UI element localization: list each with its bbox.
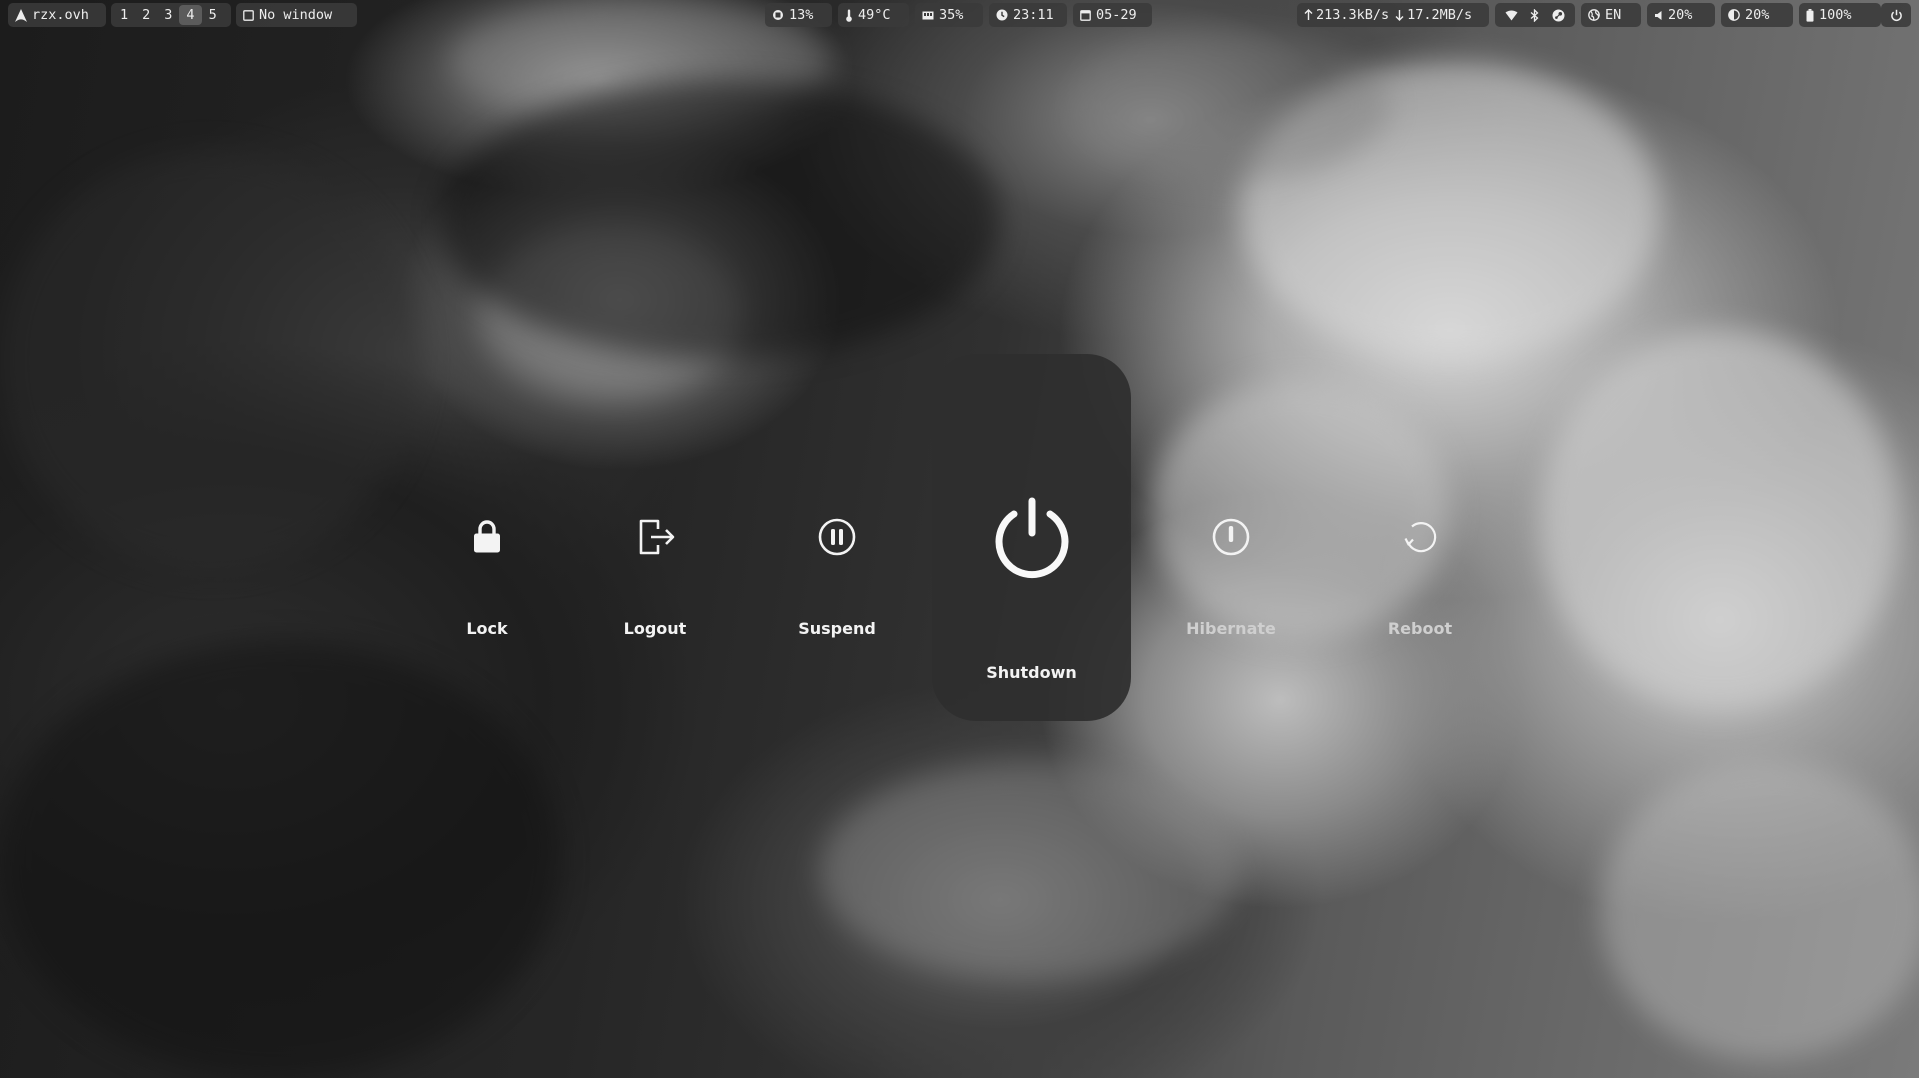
workspace-switcher: 1 2 3 4 5: [111, 3, 231, 27]
date-value: 05-29: [1096, 7, 1137, 23]
volume-value: 20%: [1668, 7, 1693, 23]
power-icon: [1890, 9, 1903, 22]
upload-speed: 213.3kB/s: [1316, 7, 1390, 23]
thermometer-icon: [845, 9, 853, 22]
reboot-icon: [1402, 519, 1438, 559]
hibernate-icon: [1212, 518, 1250, 560]
battery-value: 100%: [1819, 7, 1852, 23]
shutdown-option[interactable]: Shutdown: [932, 354, 1131, 721]
workspace-4-active[interactable]: 4: [179, 5, 202, 25]
volume-module[interactable]: 20%: [1647, 3, 1715, 27]
window-icon: [243, 9, 254, 21]
clock-icon: [996, 9, 1008, 21]
cpu-value: 13%: [789, 7, 814, 23]
clock-module[interactable]: 23:11: [989, 3, 1067, 27]
host-name: rzx.ovh: [32, 7, 89, 23]
language-value: EN: [1605, 7, 1622, 23]
brightness-icon: [1728, 9, 1740, 21]
language-module[interactable]: EN: [1581, 3, 1641, 27]
tray-module: [1495, 3, 1575, 27]
workspace-5[interactable]: 5: [202, 5, 224, 25]
logout-icon: [639, 519, 677, 559]
lock-label: Lock: [466, 619, 508, 638]
power-button[interactable]: [1881, 3, 1911, 27]
shutdown-label: Shutdown: [986, 663, 1077, 682]
upload-arrow-icon: [1304, 9, 1313, 21]
download-speed: 17.2MB/s: [1407, 7, 1473, 23]
lock-option[interactable]: Lock: [437, 515, 537, 645]
memory-module[interactable]: 35%: [915, 3, 983, 27]
steam-icon[interactable]: [1552, 9, 1565, 22]
workspace-3[interactable]: 3: [157, 5, 179, 25]
wifi-icon[interactable]: [1505, 10, 1518, 21]
shutdown-power-icon: [992, 497, 1072, 583]
time-value: 23:11: [1013, 7, 1054, 23]
workspace-2[interactable]: 2: [135, 5, 157, 25]
host-launcher[interactable]: rzx.ovh: [8, 3, 106, 27]
download-arrow-icon: [1395, 9, 1404, 21]
arch-logo-icon: [15, 8, 27, 22]
battery-icon: [1806, 8, 1814, 22]
bluetooth-icon[interactable]: [1530, 8, 1539, 22]
calendar-icon: [1080, 9, 1091, 21]
cpu-module[interactable]: 13%: [765, 3, 832, 27]
top-bar: rzx.ovh 1 2 3 4 5 No window 13% 49°C 35%: [0, 0, 1919, 30]
suspend-label: Suspend: [798, 619, 876, 638]
logout-label: Logout: [623, 619, 687, 638]
volume-icon: [1654, 10, 1663, 21]
globe-icon: [1588, 9, 1600, 21]
pause-circle-icon: [818, 518, 856, 560]
brightness-module[interactable]: 20%: [1721, 3, 1793, 27]
window-title[interactable]: No window: [236, 3, 357, 27]
hibernate-label: Hibernate: [1186, 619, 1276, 638]
temperature-module[interactable]: 49°C: [838, 3, 909, 27]
window-title-text: No window: [259, 7, 333, 23]
reboot-label: Reboot: [1387, 619, 1453, 638]
brightness-value: 20%: [1745, 7, 1770, 23]
temperature-value: 49°C: [858, 7, 891, 23]
lock-icon: [473, 520, 501, 557]
battery-module[interactable]: 100%: [1799, 3, 1881, 27]
hibernate-option[interactable]: Hibernate: [1181, 515, 1281, 645]
memory-value: 35%: [939, 7, 964, 23]
suspend-option[interactable]: Suspend: [787, 515, 887, 645]
reboot-option[interactable]: Reboot: [1370, 515, 1470, 645]
cpu-icon: [772, 9, 784, 21]
workspace-1[interactable]: 1: [113, 5, 135, 25]
logout-option[interactable]: Logout: [605, 515, 705, 645]
date-module[interactable]: 05-29: [1073, 3, 1152, 27]
memory-icon: [922, 10, 934, 21]
network-speed-module[interactable]: 213.3kB/s 17.2MB/s: [1297, 3, 1489, 27]
